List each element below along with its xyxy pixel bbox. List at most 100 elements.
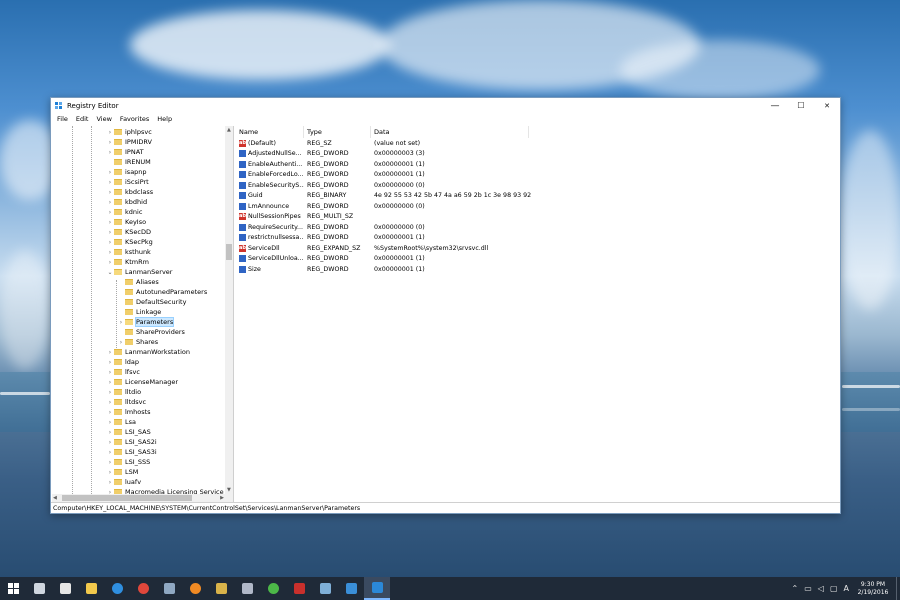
chevron-right-icon[interactable]: ›	[106, 389, 114, 396]
tree-item[interactable]: › LSI_SAS3i	[106, 447, 157, 457]
close-button[interactable]: ✕	[814, 98, 840, 113]
tree-item[interactable]: DefaultSecurity	[117, 297, 186, 307]
chevron-right-icon[interactable]: ›	[106, 429, 114, 436]
clock[interactable]: 9:30 PM 2/19/2016	[852, 581, 894, 597]
minimize-button[interactable]: —	[762, 98, 788, 113]
tree-horizontal-scroll-thumb[interactable]	[62, 495, 192, 501]
chevron-right-icon[interactable]: ›	[106, 129, 114, 136]
value-row[interactable]: Guid REG_BINARY 4e 92 55 53 42 5b 47 4a a6…	[237, 191, 840, 202]
tree-item[interactable]: › Shares	[117, 337, 158, 347]
tree-item[interactable]: › Parameters	[117, 317, 175, 327]
tree-item[interactable]: › LSI_SAS	[106, 427, 151, 437]
scroll-up-icon[interactable]: ▲	[227, 127, 231, 133]
tree-item[interactable]: › KeyIso	[106, 217, 146, 227]
tree-item[interactable]: › iphlpsvc	[106, 127, 152, 137]
chevron-right-icon[interactable]: ›	[117, 339, 125, 346]
tree-item[interactable]: › isapnp	[106, 167, 147, 177]
tree-item[interactable]: IRENUM	[106, 157, 151, 167]
chevron-right-icon[interactable]: ›	[106, 259, 114, 266]
scroll-right-icon[interactable]: ▶	[220, 495, 224, 501]
chevron-right-icon[interactable]: ›	[106, 379, 114, 386]
taskbar-button[interactable]	[312, 577, 338, 600]
menu-file[interactable]: File	[53, 115, 72, 123]
value-row[interactable]: Size REG_DWORD 0x00000001 (1)	[237, 264, 840, 275]
value-row[interactable]: ab (Default) REG_SZ (value not set)	[237, 138, 840, 149]
chevron-right-icon[interactable]: ›	[106, 219, 114, 226]
value-row[interactable]: AdjustedNullSe... REG_DWORD 0x00000003 (3)	[237, 149, 840, 160]
chevron-right-icon[interactable]: ›	[106, 249, 114, 256]
tree-item[interactable]: › LSI_SAS2i	[106, 437, 157, 447]
tree-item[interactable]: › kbdhid	[106, 197, 147, 207]
taskbar-button[interactable]	[182, 577, 208, 600]
taskbar-button[interactable]	[52, 577, 78, 600]
tree-item[interactable]: › lltdio	[106, 387, 141, 397]
chevron-right-icon[interactable]: ›	[106, 169, 114, 176]
taskbar-button[interactable]	[208, 577, 234, 600]
chevron-right-icon[interactable]: ›	[106, 469, 114, 476]
chevron-down-icon[interactable]: ⌄	[106, 269, 114, 276]
registry-key-tree[interactable]: › iphlpsvc › IPMIDRV › IPNAT IRENUM › isapnp › iSc…	[52, 126, 234, 502]
column-header-type[interactable]: Type	[304, 126, 371, 138]
tree-item[interactable]: ⌄ LanmanServer	[106, 267, 172, 277]
tree-item[interactable]: › kbdclass	[106, 187, 153, 197]
menu-favorites[interactable]: Favorites	[116, 115, 153, 123]
chevron-right-icon[interactable]: ›	[106, 439, 114, 446]
column-header-data[interactable]: Data	[371, 126, 529, 138]
volume-icon[interactable]: ◁	[818, 584, 824, 593]
taskbar-button[interactable]	[26, 577, 52, 600]
tree-item[interactable]: › Lsa	[106, 417, 136, 427]
taskbar-button[interactable]	[156, 577, 182, 600]
taskbar-button[interactable]	[78, 577, 104, 600]
taskbar-button[interactable]	[338, 577, 364, 600]
tree-item[interactable]: › LSI_SSS	[106, 457, 151, 467]
tree-item[interactable]: › ksthunk	[106, 247, 151, 257]
chevron-right-icon[interactable]: ›	[106, 349, 114, 356]
chevron-right-icon[interactable]: ›	[106, 459, 114, 466]
value-row[interactable]: ab NullSessionPipes REG_MULTI_SZ	[237, 212, 840, 223]
chevron-right-icon[interactable]: ›	[106, 149, 114, 156]
taskbar-button[interactable]	[286, 577, 312, 600]
tree-item[interactable]: Aliases	[117, 277, 159, 287]
tree-horizontal-scrollbar[interactable]: ◀ ▶	[52, 494, 233, 502]
chevron-right-icon[interactable]: ›	[106, 139, 114, 146]
tree-item[interactable]: Linkage	[117, 307, 161, 317]
value-row[interactable]: EnableSecurityS... REG_DWORD 0x00000000 (0…	[237, 180, 840, 191]
taskbar-button[interactable]	[130, 577, 156, 600]
tree-item[interactable]: › kdnic	[106, 207, 143, 217]
chevron-right-icon[interactable]: ›	[106, 209, 114, 216]
chevron-right-icon[interactable]: ›	[106, 409, 114, 416]
chevron-right-icon[interactable]: ›	[106, 359, 114, 366]
tree-item[interactable]: AutotunedParameters	[117, 287, 207, 297]
value-row[interactable]: EnableAuthenti... REG_DWORD 0x00000001 (1)	[237, 159, 840, 170]
menu-edit[interactable]: Edit	[72, 115, 93, 123]
tree-item[interactable]: › KSecDD	[106, 227, 151, 237]
column-header-name[interactable]: Name	[237, 126, 304, 138]
registry-values-list[interactable]: Name Type Data ab (Default) REG_SZ (value n…	[237, 126, 840, 502]
chevron-right-icon[interactable]: ›	[106, 449, 114, 456]
notification-icon[interactable]: ▢	[830, 584, 838, 593]
value-row[interactable]: LmAnnounce REG_DWORD 0x00000000 (0)	[237, 201, 840, 212]
tree-vertical-scroll-thumb[interactable]	[226, 244, 232, 260]
start-button[interactable]	[0, 577, 26, 600]
tree-item[interactable]: › KtmRm	[106, 257, 149, 267]
tree-item[interactable]: › luafv	[106, 477, 141, 487]
chevron-right-icon[interactable]: ›	[106, 479, 114, 486]
tree-item[interactable]: › ldap	[106, 357, 139, 367]
menu-view[interactable]: View	[92, 115, 115, 123]
chevron-right-icon[interactable]: ›	[106, 239, 114, 246]
chevron-down-icon[interactable]: ›	[117, 319, 125, 326]
value-row[interactable]: RequireSecurity... REG_DWORD 0x00000000 (0…	[237, 222, 840, 233]
menu-help[interactable]: Help	[153, 115, 176, 123]
maximize-button[interactable]: ☐	[788, 98, 814, 113]
tree-item[interactable]: › LSM	[106, 467, 139, 477]
tree-item[interactable]: › lmhosts	[106, 407, 151, 417]
chevron-right-icon[interactable]: ›	[106, 369, 114, 376]
chevron-right-icon[interactable]: ›	[106, 189, 114, 196]
chevron-right-icon[interactable]: ›	[106, 179, 114, 186]
tree-item[interactable]: › KSecPkg	[106, 237, 153, 247]
tree-item[interactable]: › LicenseManager	[106, 377, 178, 387]
chevron-right-icon[interactable]: ›	[106, 229, 114, 236]
tree-item[interactable]: › lltdsvc	[106, 397, 146, 407]
ime-indicator[interactable]: A	[844, 584, 849, 593]
show-desktop-button[interactable]	[896, 577, 900, 600]
